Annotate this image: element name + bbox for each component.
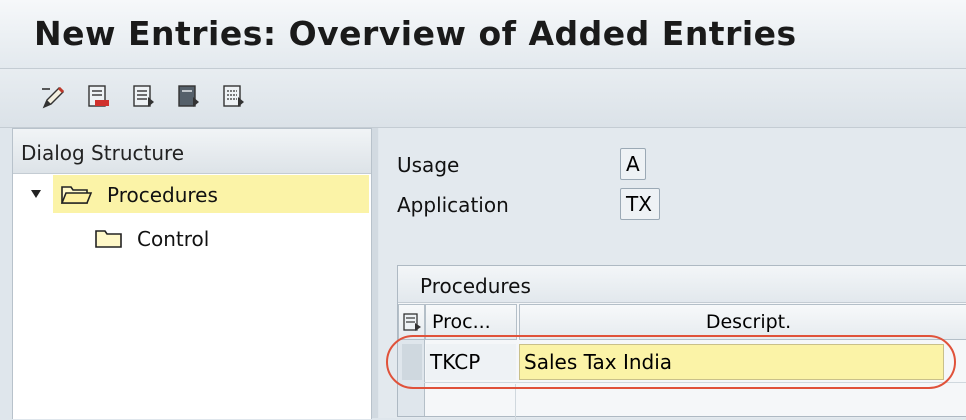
table-settings-icon[interactable] [398, 304, 425, 340]
column-header-procedure[interactable]: Proc... [425, 304, 517, 340]
procedure-cell[interactable]: TKCP [426, 344, 516, 380]
page-title: New Entries: Overview of Added Entries [34, 14, 797, 53]
select-block-icon[interactable] [175, 83, 203, 111]
table-title-bar: Procedures [398, 266, 966, 303]
tree-item-control[interactable]: Control [13, 219, 371, 257]
description-cell[interactable]: Sales Tax India [519, 344, 944, 380]
application-field[interactable]: TX [620, 188, 660, 220]
application-label: Application [397, 193, 509, 217]
delete-entry-icon[interactable] [85, 83, 113, 111]
open-folder-icon [59, 181, 93, 211]
column-header-description[interactable]: Descript. [519, 304, 966, 340]
select-all-icon[interactable] [130, 83, 158, 111]
deselect-all-icon[interactable] [220, 83, 248, 111]
tree-item-procedures[interactable]: Procedures [13, 175, 371, 213]
application-toolbar [0, 69, 966, 128]
empty-cell[interactable] [426, 384, 516, 420]
panel-splitter[interactable] [372, 128, 378, 418]
usage-field[interactable]: A [620, 148, 646, 180]
expand-triangle-icon[interactable] [31, 190, 41, 198]
procedures-table: Procedures Proc... Descript. TKCP Sales … [397, 265, 966, 420]
folder-icon [93, 225, 125, 255]
row-selector[interactable] [402, 344, 422, 380]
table-title: Procedures [420, 274, 531, 298]
usage-label: Usage [397, 153, 460, 177]
empty-cell[interactable] [519, 384, 966, 420]
change-display-icon[interactable] [40, 83, 68, 111]
tree-item-label: Control [137, 227, 210, 251]
title-bar: New Entries: Overview of Added Entries [0, 0, 966, 69]
dialog-structure-panel: Dialog Structure Procedures Control [12, 128, 372, 419]
row-divider [424, 382, 966, 383]
dialog-structure-title: Dialog Structure [21, 141, 185, 165]
dialog-structure-header: Dialog Structure [13, 129, 371, 174]
tree-item-label: Procedures [107, 183, 218, 207]
